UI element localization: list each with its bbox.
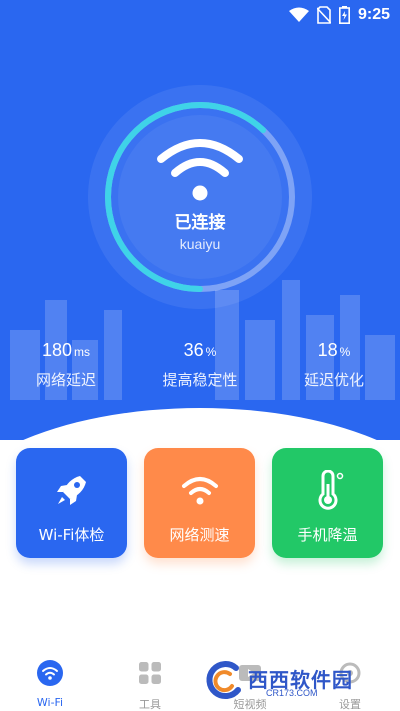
speed-test-button[interactable]: 网络测速 xyxy=(144,448,255,558)
hero-curve xyxy=(0,408,400,440)
battery-charging-icon xyxy=(338,6,350,24)
nav-item-tools[interactable]: 工具 xyxy=(100,660,200,711)
stat-value: 36 xyxy=(183,340,204,360)
network-ssid: kuaiyu xyxy=(179,236,221,252)
phone-cooling-button[interactable]: 手机降温 xyxy=(272,448,383,558)
tile-label: 网络测速 xyxy=(169,526,230,544)
tile-label: 手机降温 xyxy=(297,526,358,544)
rocket-icon xyxy=(57,476,86,505)
stat-network-latency: 180 ms 网络延迟 xyxy=(6,340,126,390)
nav-item-wifi[interactable]: Wi-Fi xyxy=(0,660,100,709)
stat-label: 网络延迟 xyxy=(35,371,96,389)
thermometer-icon xyxy=(318,470,344,510)
watermark-logo: 西西软件园 CR173.COM xyxy=(200,660,386,700)
stat-value: 18 xyxy=(317,340,338,360)
nav-label: Wi-Fi xyxy=(36,696,64,709)
stat-stability: 36% 提高稳定性 xyxy=(140,340,260,390)
wifi-signal-icon xyxy=(288,7,309,22)
nav-label: 工具 xyxy=(139,698,161,711)
stat-label: 提高稳定性 xyxy=(162,371,238,389)
tile-label: Wi-Fi体检 xyxy=(38,526,105,544)
wifi-checkup-button[interactable]: Wi-Fi体检 xyxy=(16,448,127,558)
connection-status: 已连接 xyxy=(174,213,226,233)
grid-icon xyxy=(139,662,161,684)
stat-unit: ms xyxy=(74,345,91,359)
stat-value: 180 xyxy=(41,340,73,360)
status-bar: 9:25 xyxy=(0,0,400,32)
watermark-mark xyxy=(206,661,241,700)
watermark-url: CR173.COM xyxy=(266,688,318,698)
stat-unit: % xyxy=(205,345,217,359)
status-time: 9:25 xyxy=(357,6,390,23)
wifi-icon xyxy=(37,660,63,686)
stat-latency-optimization: 18% 延迟优化 xyxy=(274,340,394,390)
wifi-icon xyxy=(182,477,218,505)
wifi-icon xyxy=(157,139,243,201)
no-sim-icon xyxy=(316,6,331,24)
stat-unit: % xyxy=(339,345,351,359)
stat-label: 延迟优化 xyxy=(303,371,364,389)
